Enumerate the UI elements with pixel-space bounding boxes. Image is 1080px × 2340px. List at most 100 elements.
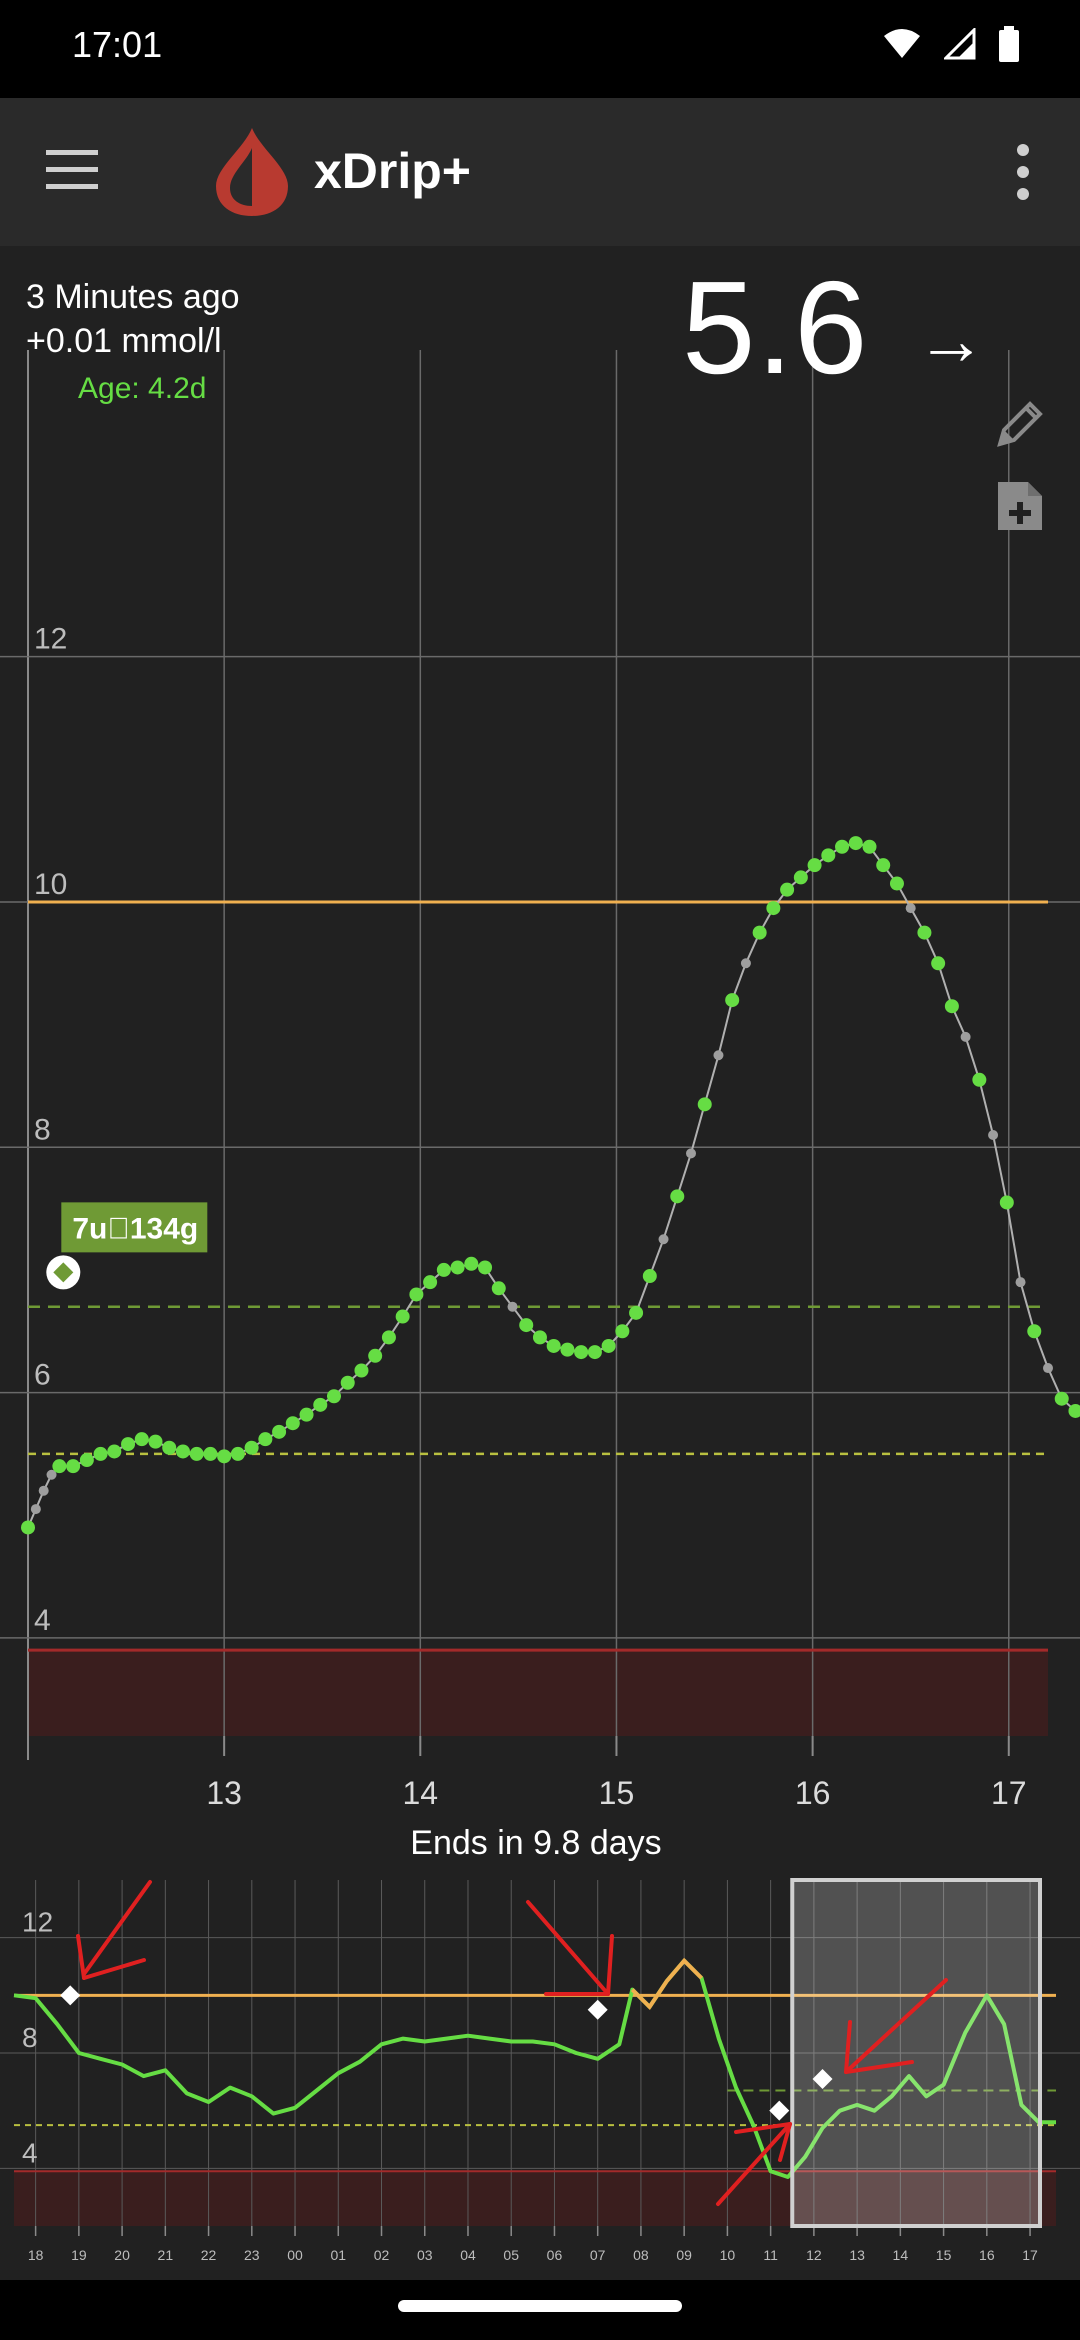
home-gesture-bar[interactable] [398,2300,682,2312]
bg-reading-point [93,1446,108,1461]
cell-signal-icon [944,28,976,60]
annotation-arrow-stroke [526,1900,610,1996]
bg-reading-point [766,901,781,916]
y-tick-label: 4 [34,1604,51,1637]
bg-reading-point [203,1446,218,1461]
interpolated-reading-point [1015,1277,1026,1288]
preview-x-tick-label: 14 [893,2247,909,2263]
preview-treatment-marker [769,2100,790,2121]
bg-reading-point [299,1407,314,1422]
bg-reading-point [327,1389,341,1404]
xdrip-logo-icon [216,128,288,216]
overflow-menu-icon[interactable] [1006,142,1040,202]
reading-delta: +0.01 mmol/l [26,322,222,360]
interpolated-reading-point [507,1301,518,1312]
bg-reading-point [697,1097,712,1112]
preview-high-segment [630,1957,703,2011]
bg-reading-point [230,1446,245,1461]
y-tick-label: 12 [34,623,67,656]
sensor-ends-label: Ends in 9.8 days [410,1824,662,1862]
x-tick-label: 14 [403,1775,439,1811]
bg-reading-point [189,1446,204,1461]
bg-reading-point [587,1345,602,1360]
x-tick-label: 15 [599,1775,635,1811]
bg-reading-point [21,1520,35,1535]
preview-y-tick-label: 12 [22,1907,53,1938]
bg-reading-point [175,1444,190,1459]
bg-reading-point [478,1260,493,1275]
add-note-icon[interactable] [994,478,1046,534]
bg-reading-point [285,1416,300,1431]
app-bar: xDrip+ [0,98,1080,246]
bg-reading-point [642,1269,657,1284]
bg-reading-point [629,1305,644,1320]
bg-reading-point [121,1437,136,1452]
bg-reading-point [917,925,932,940]
bg-reading-point [395,1309,410,1324]
bg-reading-point [752,925,767,940]
bg-reading-point [52,1459,67,1474]
bg-reading-point [835,839,850,854]
bg-reading-point [244,1440,259,1455]
sensor-age: Age: 4.2d [78,372,207,405]
bg-reading-point [999,1195,1014,1210]
bg-reading-point [409,1287,424,1302]
bg-reading-point [821,848,836,863]
preview-x-tick-label: 06 [547,2247,563,2263]
hamburger-menu-icon[interactable] [44,148,100,192]
bg-reading-point [519,1318,534,1333]
bg-reading-point [354,1363,369,1378]
y-tick-label: 8 [34,1113,51,1146]
wifi-icon [884,29,920,58]
preview-x-tick-label: 03 [417,2247,433,2263]
bg-reading-point [423,1275,438,1290]
annotation-arrow-stroke [606,1934,614,1996]
bg-reading-point [148,1434,163,1449]
trend-arrow-icon: → [916,301,986,379]
interpolated-reading-point [658,1234,669,1245]
current-bg-value: 5.6 [682,254,869,401]
reading-trend-line [27,842,1080,1528]
preview-x-tick-label: 00 [287,2247,303,2263]
bg-preview-chart[interactable]: 18 19 20 21 22 23 00 01 02 03 04 05 06 07 08 09 10 11 12 13… [0,1864,1080,2284]
bg-reading-point [889,876,904,891]
bg-reading-point [79,1453,94,1468]
treatment-label: 7u 134g [72,1212,198,1245]
preview-x-tick-label: 20 [114,2247,130,2263]
bg-reading-point [793,870,808,885]
preview-x-tick-label: 09 [676,2247,692,2263]
preview-x-tick-label: 13 [849,2247,865,2263]
preview-x-tick-label: 12 [806,2247,822,2263]
bg-reading-point [217,1449,232,1464]
bg-reading-point [134,1432,149,1447]
status-icons [882,26,1020,62]
preview-viewport-selector [790,1878,1042,2228]
preview-x-tick-label: 01 [330,2247,346,2263]
bg-reading-point [464,1256,479,1271]
bg-reading-point [615,1324,630,1339]
bg-reading-point [670,1189,685,1204]
bg-reading-point [340,1375,355,1390]
preview-x-tick-label: 21 [158,2247,174,2263]
preview-x-tick-label: 11 [763,2247,778,2263]
preview-x-tick-label: 16 [979,2247,995,2263]
bg-reading-point [546,1338,561,1353]
last-reading-time: 3 Minutes ago [26,278,240,316]
bg-reading-point [107,1444,122,1459]
preview-y-tick-label: 4 [22,2137,38,2168]
preview-x-tick-label: 05 [503,2247,519,2263]
interpolated-reading-point [960,1031,971,1042]
bg-reading-point [601,1338,616,1353]
status-bar: 17:01 [0,0,1080,98]
bg-reading-point [1027,1324,1042,1339]
bg-reading-point [725,993,740,1008]
x-tick-label: 16 [795,1775,831,1811]
low-range-zone [28,1650,1048,1736]
preview-x-tick-label: 07 [590,2247,606,2263]
preview-x-tick-label: 22 [201,2247,217,2263]
pencil-icon[interactable] [992,396,1048,452]
preview-x-tick-label: 19 [71,2247,87,2263]
bg-main-chart[interactable]: 4 6 8 10 12 13 14 15 16 17 7u 134g [0,246,1080,1826]
interpolated-reading-point [713,1050,724,1061]
bg-reading-point [931,956,946,971]
